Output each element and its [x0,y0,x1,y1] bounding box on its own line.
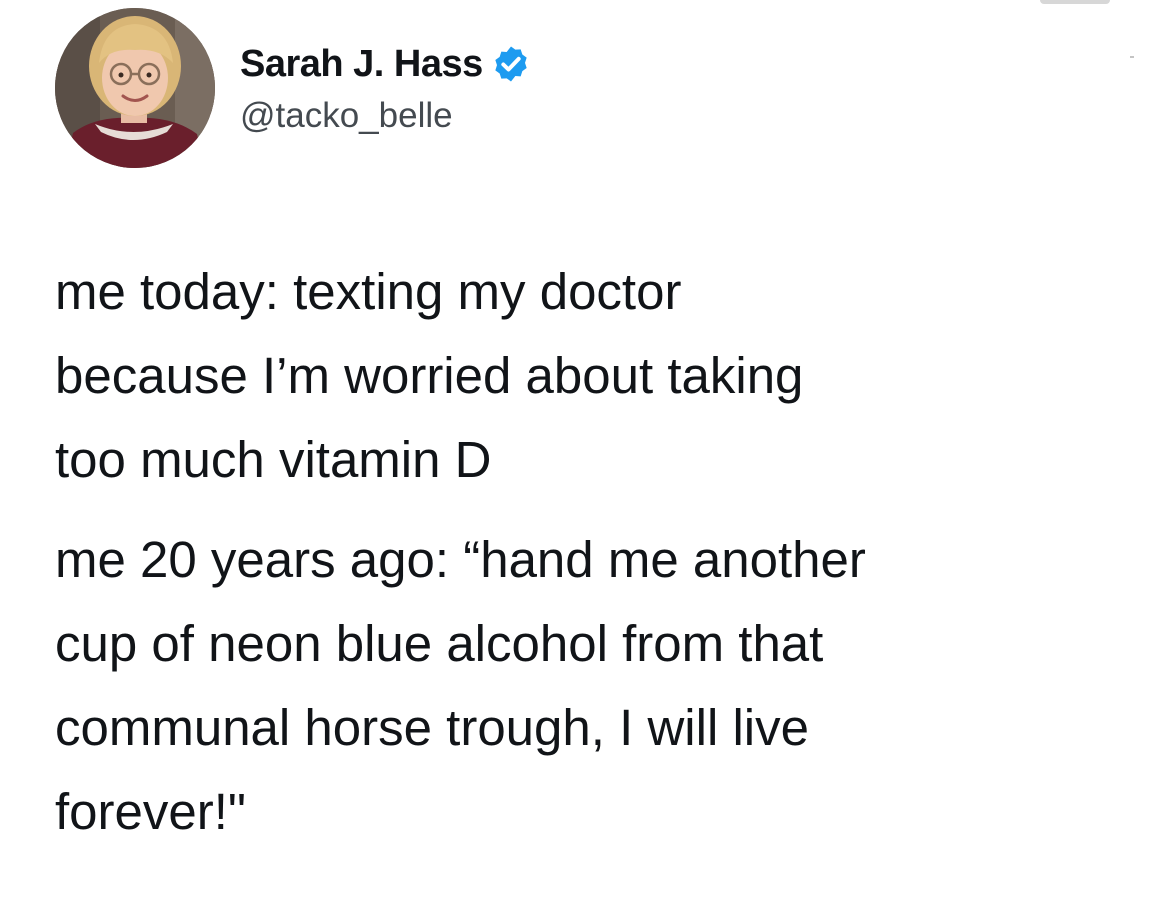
top-edge-fragment [1040,0,1110,4]
avatar-photo-icon [55,8,215,168]
tweet-paragraph: me today: texting my doctor because I’m … [55,263,804,488]
user-handle[interactable]: @tacko_belle [240,96,1040,136]
tweet-text: me today: texting my doctor because I’m … [55,250,1145,854]
display-name[interactable]: Sarah J. Hass [240,43,483,86]
tweet-card: Sarah J. Hass @tacko_belle me today: tex… [0,0,1170,923]
avatar[interactable] [55,8,215,168]
more-options-icon[interactable] [1130,56,1134,58]
author-names: Sarah J. Hass @tacko_belle [240,38,1040,136]
display-name-row: Sarah J. Hass [240,38,1040,90]
verified-badge-icon[interactable] [491,44,531,84]
tweet-paragraph: me 20 years ago: “hand me another cup of… [55,531,866,840]
tweet-header: Sarah J. Hass @tacko_belle [55,8,1115,173]
